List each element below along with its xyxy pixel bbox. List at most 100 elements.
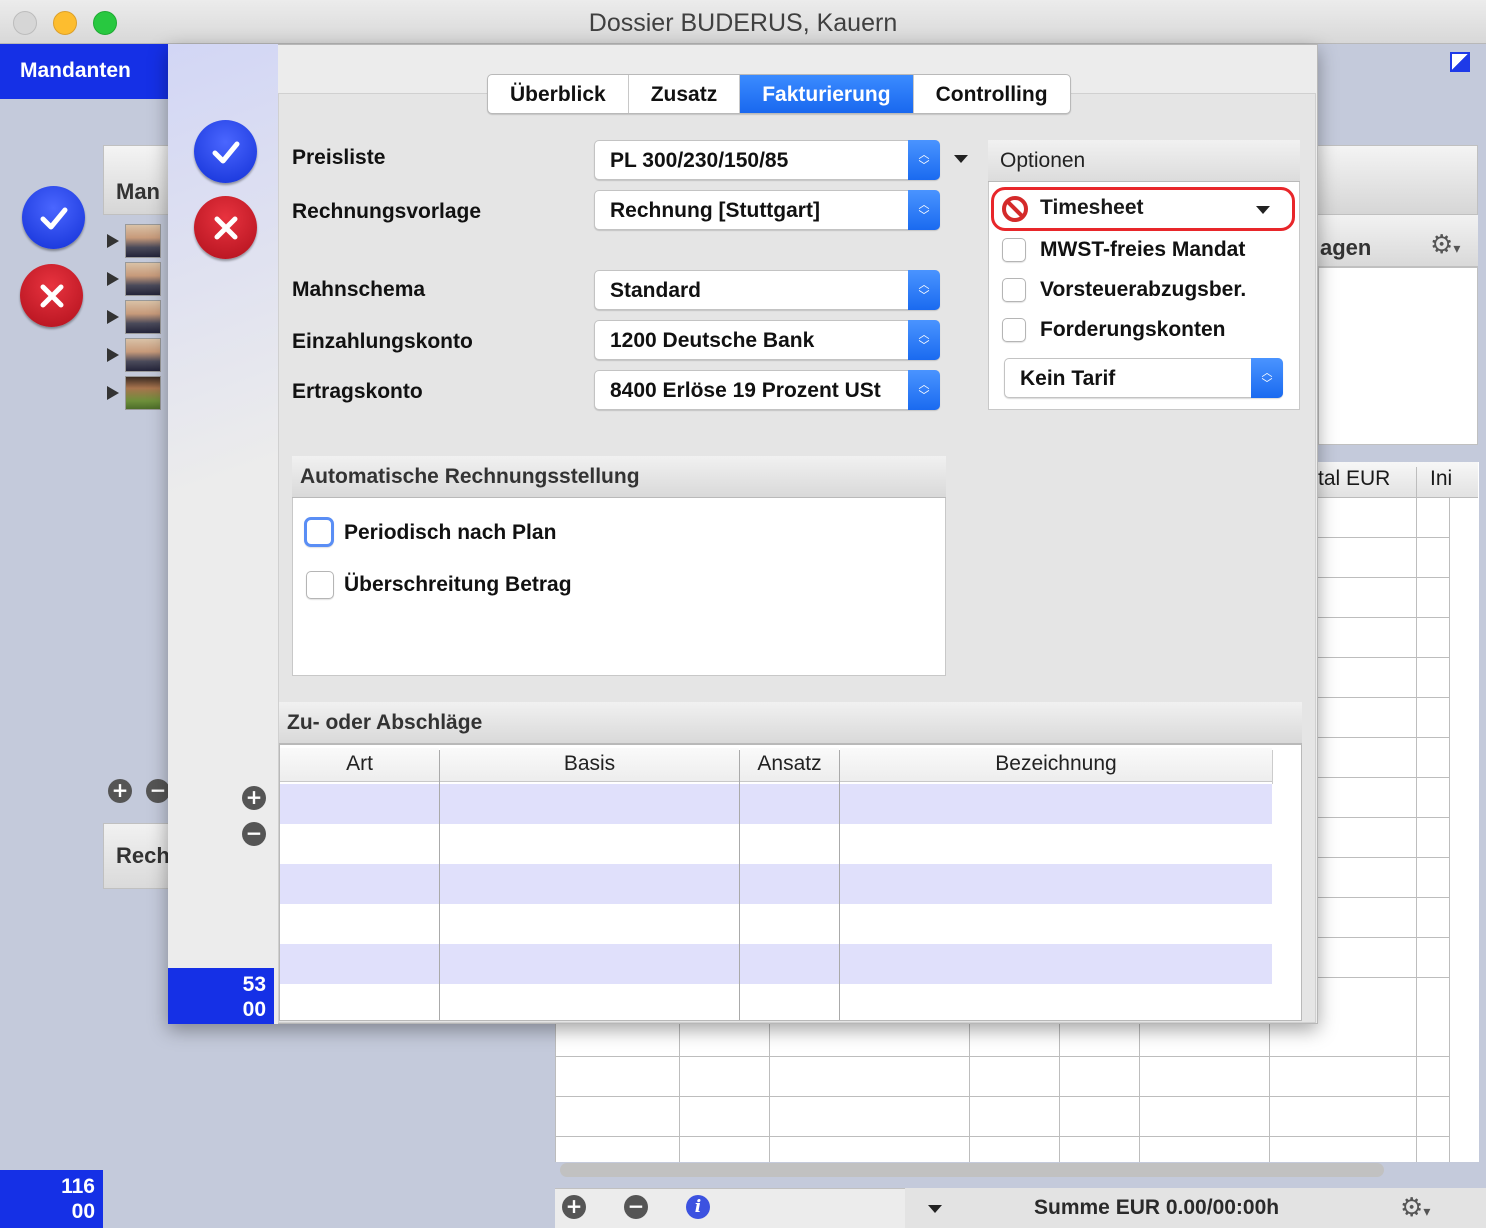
vorsteuerabzug-checkbox[interactable] [1002, 278, 1026, 302]
record-counter: 116 00 [0, 1170, 103, 1228]
column-header-ansatz[interactable]: Ansatz [740, 748, 839, 782]
avatar [125, 300, 161, 334]
disclosure-triangle-icon[interactable] [107, 234, 119, 248]
column-header-bezeichnung[interactable]: Bezeichnung [840, 748, 1272, 782]
row-divider [1318, 737, 1450, 738]
sheet-record-counter: 53 00 [168, 968, 274, 1024]
row-divider [1318, 817, 1450, 818]
einzahlungskonto-select[interactable]: 1200 Deutsche Bank ︿ ﹀ [594, 320, 940, 360]
title-bar: Dossier BUDERUS, Kauern [0, 0, 1486, 44]
forderungskonten-label: Forderungskonten [1040, 318, 1226, 341]
disclosure-triangle-icon[interactable] [107, 348, 119, 362]
mandanten-tab[interactable]: Mandanten [0, 44, 168, 99]
mahnschema-select[interactable]: Standard ︿ ﹀ [594, 270, 940, 310]
adjustments-header: Zu- oder Abschläge [279, 702, 1302, 744]
row-divider [1318, 617, 1450, 618]
remove-row-icon[interactable]: − [242, 822, 266, 846]
updown-arrows-icon: ︿ ﹀ [908, 320, 940, 360]
horizontal-scrollbar[interactable] [560, 1163, 1384, 1177]
table-row[interactable] [280, 904, 1272, 944]
tab-controlling[interactable]: Controlling [914, 75, 1070, 113]
column-header-basis[interactable]: Basis [440, 748, 739, 782]
remove-icon[interactable]: − [146, 779, 170, 803]
list-item[interactable] [107, 376, 167, 410]
tab-fakturierung[interactable]: Fakturierung [740, 75, 914, 113]
column-divider [1059, 1022, 1060, 1162]
disclosure-triangle-icon[interactable] [107, 386, 119, 400]
dropdown-arrow-icon[interactable] [928, 1205, 942, 1213]
mwst-freies-mandat-checkbox[interactable] [1002, 238, 1026, 262]
column-divider [1449, 498, 1450, 1162]
sheet-confirm-button[interactable] [194, 120, 257, 183]
list-item[interactable] [107, 338, 167, 372]
ertragskonto-select[interactable]: 8400 Erlöse 19 Prozent USt ︿ ﹀ [594, 370, 940, 410]
column-divider [839, 750, 840, 1020]
row-divider [1318, 577, 1450, 578]
column-header[interactable]: tal EUR [1318, 467, 1390, 491]
column-divider [1139, 1022, 1140, 1162]
column-divider [1416, 467, 1417, 1162]
restore-icon[interactable] [1450, 52, 1470, 72]
preisliste-select[interactable]: PL 300/230/150/85 ︿ ﹀ [594, 140, 940, 180]
select-value: 8400 Erlöse 19 Prozent USt [610, 379, 881, 402]
counter-value: 116 [61, 1175, 95, 1198]
summary-total: Summe EUR 0.00/00:00h [1034, 1196, 1280, 1219]
table-row[interactable] [280, 944, 1272, 984]
column-header[interactable]: Ini [1430, 467, 1452, 491]
forderungskonten-checkbox[interactable] [1002, 318, 1026, 342]
table-row[interactable] [280, 984, 1272, 1024]
list-item[interactable] [107, 300, 167, 334]
column-divider [1272, 750, 1273, 784]
auto-invoice-header: Automatische Rechnungsstellung [292, 456, 946, 498]
tab-zusatz[interactable]: Zusatz [629, 75, 741, 113]
info-icon[interactable]: i [686, 1195, 710, 1219]
add-row-icon[interactable]: + [242, 786, 266, 810]
avatar [125, 262, 161, 296]
updown-arrows-icon: ︿ ﹀ [908, 190, 940, 230]
column-divider [739, 750, 740, 1020]
dropdown-arrow-icon[interactable] [954, 155, 968, 163]
column-header-art[interactable]: Art [280, 748, 439, 782]
select-value: 1200 Deutsche Bank [610, 329, 815, 352]
timesheet-label: Timesheet [1040, 196, 1144, 219]
gear-icon[interactable]: ⚙▾ [1400, 1193, 1430, 1223]
column-divider [439, 750, 440, 1020]
table-row[interactable] [280, 864, 1272, 904]
counter-value: 00 [242, 998, 266, 1021]
add-icon[interactable]: + [562, 1195, 586, 1219]
row-divider [555, 1136, 1450, 1137]
row-divider [1318, 937, 1450, 938]
no-entry-icon [1002, 196, 1028, 222]
dropdown-arrow-icon[interactable] [1256, 206, 1270, 214]
list-item[interactable] [107, 224, 167, 258]
avatar [125, 224, 161, 258]
avatar [125, 338, 161, 372]
row-divider [1318, 897, 1450, 898]
add-icon[interactable]: + [108, 779, 132, 803]
sheet-side-area [168, 44, 278, 1024]
column-divider [969, 1022, 970, 1162]
gear-icon[interactable]: ⚙▾ [1430, 230, 1460, 260]
ueberschreitung-checkbox[interactable] [306, 571, 334, 599]
cancel-button[interactable] [20, 264, 83, 327]
confirm-button[interactable] [22, 186, 85, 249]
rechnungsvorlage-select[interactable]: Rechnung [Stuttgart] ︿ ﹀ [594, 190, 940, 230]
table-row[interactable] [280, 824, 1272, 864]
select-value: Kein Tarif [1020, 367, 1116, 390]
disclosure-triangle-icon[interactable] [107, 272, 119, 286]
close-icon [40, 284, 63, 307]
select-value: Standard [610, 279, 702, 302]
updown-arrows-icon: ︿ ﹀ [908, 140, 940, 180]
periodisch-checkbox[interactable] [304, 517, 334, 547]
remove-icon[interactable]: − [624, 1195, 648, 1219]
disclosure-triangle-icon[interactable] [107, 310, 119, 324]
updown-arrows-icon: ︿ ﹀ [908, 370, 940, 410]
list-item[interactable] [107, 262, 167, 296]
row-divider [555, 1056, 1450, 1057]
table-row[interactable] [280, 784, 1272, 824]
sheet-cancel-button[interactable] [194, 196, 257, 259]
tarif-select[interactable]: Kein Tarif ︿ ﹀ [1004, 358, 1283, 398]
tab-bar: Überblick Zusatz Fakturierung Controllin… [487, 74, 1071, 114]
right-panel-content [1318, 267, 1478, 445]
tab-ueberblick[interactable]: Überblick [488, 75, 629, 113]
